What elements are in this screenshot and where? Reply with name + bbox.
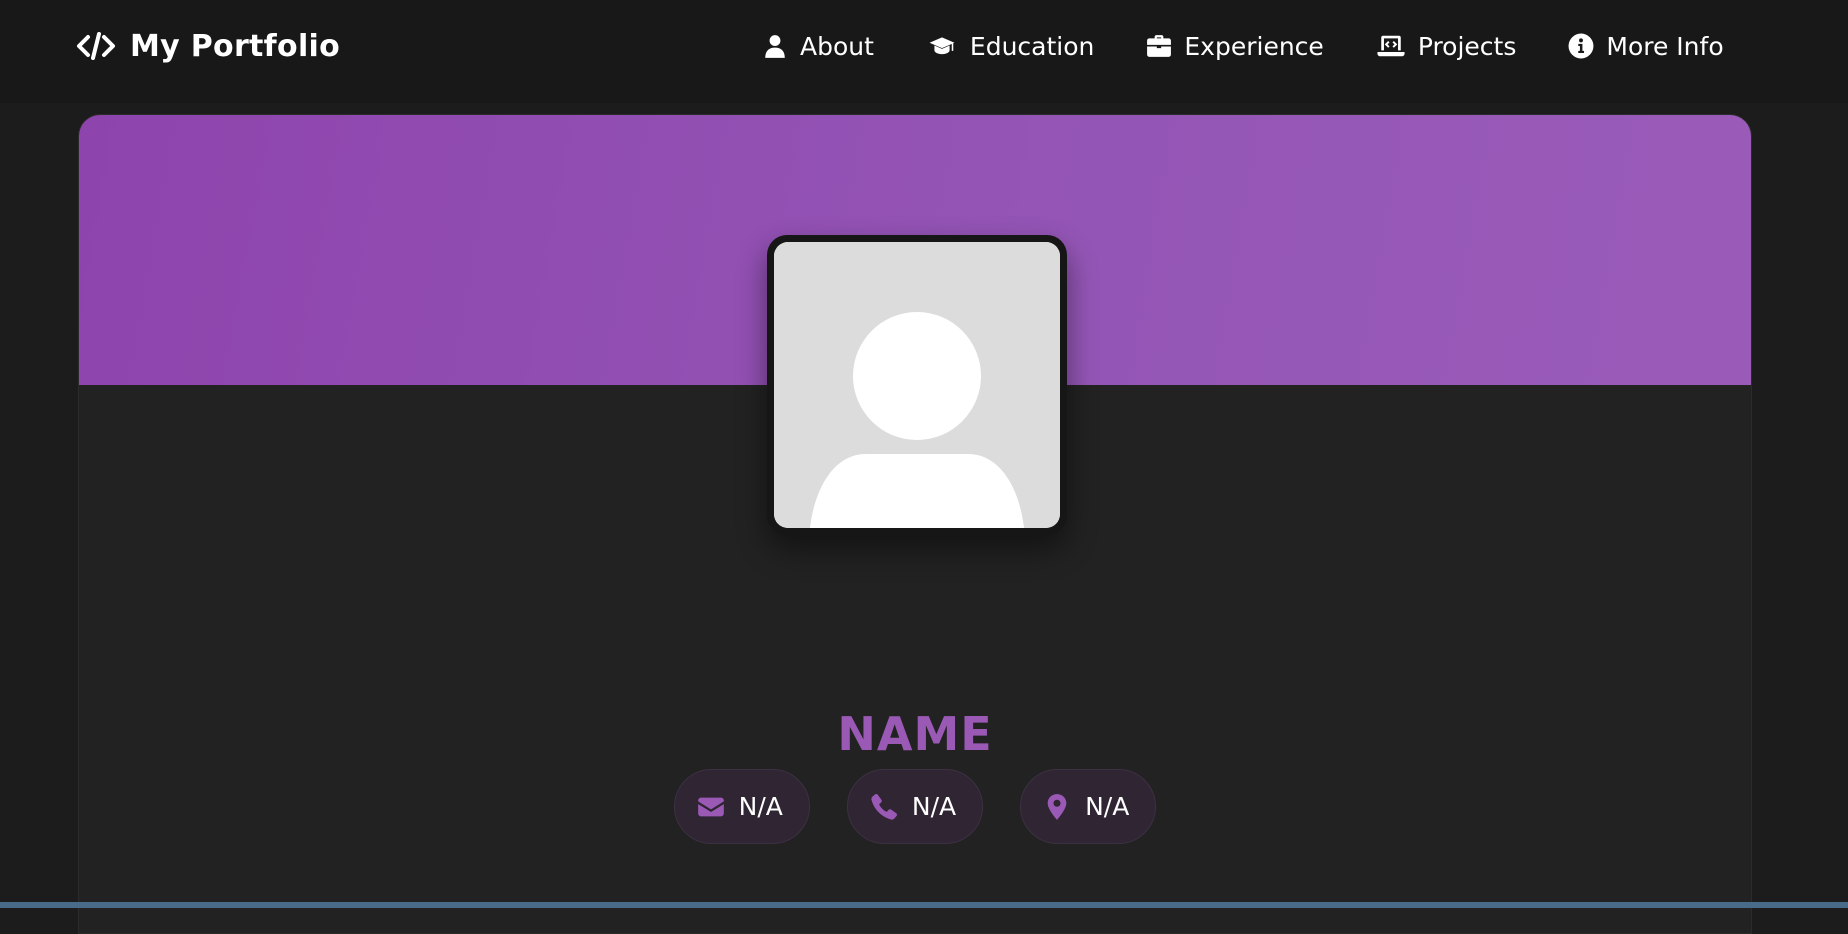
- contact-email[interactable]: N/A: [673, 769, 810, 844]
- brand-link[interactable]: My Portfolio: [76, 26, 340, 66]
- nav-link-label: About: [800, 31, 874, 61]
- profile-name: NAME: [837, 707, 993, 761]
- navbar: My Portfolio About Education Experience: [0, 0, 1848, 103]
- avatar-frame: [767, 235, 1067, 535]
- contact-phone-value: N/A: [911, 792, 957, 821]
- briefcase-icon: [1147, 35, 1172, 57]
- nav-link-label: Experience: [1184, 31, 1324, 61]
- nav-link-experience[interactable]: Experience: [1146, 31, 1324, 61]
- phone-icon: [871, 793, 897, 820]
- nav-link-label: Education: [969, 31, 1095, 61]
- code-icon: [77, 32, 115, 60]
- nav-links: About Education Experience Projects More…: [762, 26, 1724, 66]
- nav-link-more-info[interactable]: More Info: [1568, 31, 1724, 61]
- graduation-cap-icon: [929, 37, 955, 55]
- contact-list: N/A N/A N/A: [79, 769, 1751, 844]
- contact-phone[interactable]: N/A: [846, 769, 984, 844]
- default-avatar-icon: [774, 242, 1060, 528]
- envelope-icon: [697, 797, 724, 816]
- contact-location-value: N/A: [1085, 792, 1130, 821]
- contact-email-value: N/A: [738, 792, 783, 821]
- user-icon: [765, 35, 785, 58]
- contact-location[interactable]: N/A: [1020, 769, 1157, 844]
- nav-link-label: More Info: [1606, 31, 1724, 61]
- nav-link-projects[interactable]: Projects: [1376, 31, 1517, 61]
- window-bottom-edge: [0, 902, 1848, 908]
- brand-title: My Portfolio: [130, 28, 341, 64]
- info-circle-icon: [1568, 33, 1594, 59]
- nav-link-education[interactable]: Education: [926, 32, 1094, 61]
- laptop-code-icon: [1377, 35, 1405, 57]
- avatar: [774, 242, 1060, 528]
- profile-card: NAME N/A N/A N/A N/A: [78, 114, 1752, 934]
- nav-link-label: Projects: [1417, 31, 1517, 61]
- location-pin-icon: [1047, 793, 1067, 820]
- nav-link-about[interactable]: About: [762, 32, 874, 61]
